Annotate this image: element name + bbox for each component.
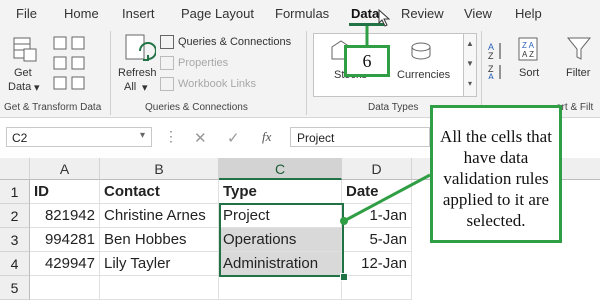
annotation-callout: All the cells that have data validation … xyxy=(430,105,562,243)
step-number-badge: 6 xyxy=(344,45,390,77)
